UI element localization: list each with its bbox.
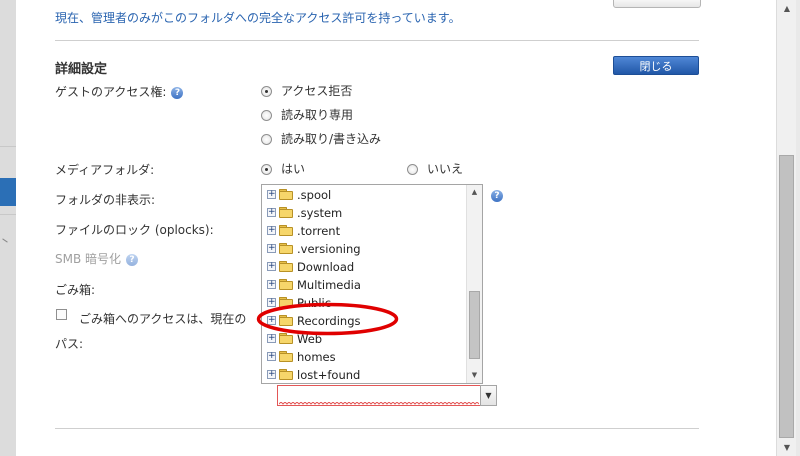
guest-option-deny[interactable]: アクセス拒否 [261,82,352,99]
plus-box-icon[interactable]: + [267,352,276,361]
folder-name: .torrent [297,224,341,238]
folder-name: Multimedia [297,278,361,292]
folder-tree-item[interactable]: + homes [262,348,466,366]
folder-name: Download [297,260,355,274]
radio-button[interactable] [261,134,272,145]
guest-access-row: ゲストのアクセス権:? [55,83,184,100]
folder-icon [279,333,293,344]
file-lock-label: ファイルのロック (oplocks): [55,223,214,237]
folder-name: .spool [297,188,332,202]
folder-icon [279,243,293,254]
guest-option-readwrite[interactable]: 読み取り/書き込み [261,130,381,147]
plus-box-icon[interactable]: + [267,370,276,379]
folder-tree-item[interactable]: + Download [262,258,466,276]
plus-box-icon[interactable]: + [267,298,276,307]
spellcheck-underline [279,402,479,405]
plus-box-icon[interactable]: + [267,316,276,325]
folder-icon [279,315,293,326]
media-option-no[interactable]: いいえ [407,160,463,177]
recycle-access-label: ごみ箱へのアクセスは、現在の [79,312,247,326]
recycle-access-checkbox[interactable] [56,309,67,320]
folder-tree-scroll-thumb[interactable] [469,291,480,359]
question-circle-icon[interactable]: ? [171,86,184,99]
guest-option-label: アクセス拒否 [281,84,353,98]
permission-notice: 現在、管理者のみがこのフォルダへの完全なアクセス許可を持っています。 [55,11,461,25]
folder-icon [279,225,293,236]
media-option-label: はい [281,162,306,176]
scroll-down-arrow-icon[interactable]: ▼ [467,368,482,383]
folder-tree-item[interactable]: + Web [262,330,466,348]
background-mark [2,238,8,243]
folder-icon [279,351,293,362]
radio-button[interactable] [407,164,418,175]
folder-icon [279,261,293,272]
divider [55,428,699,429]
media-folder-label: メディアフォルダ: [55,163,155,177]
plus-box-icon[interactable]: + [267,208,276,217]
media-option-label: いいえ [427,162,464,176]
section-title: 詳細設定 [55,62,108,77]
guest-access-label: ゲストのアクセス権: [55,85,167,99]
plus-box-icon[interactable]: + [267,280,276,289]
dialog-scroll-thumb[interactable] [779,155,794,438]
folder-tree-item[interactable]: + .system [262,204,466,222]
plus-box-icon[interactable]: + [267,226,276,235]
guest-option-label: 読み取り/書き込み [281,132,382,146]
background-nav-highlight [0,178,16,206]
folder-name: Public [297,296,332,310]
hide-folder-label: フォルダの非表示: [55,193,156,207]
folder-tree-item-recordings[interactable]: + Recordings [262,312,466,330]
scroll-up-arrow-icon[interactable]: ▲ [467,185,482,200]
top-button[interactable] [613,0,701,8]
plus-box-icon[interactable]: + [267,244,276,253]
guest-option-readonly[interactable]: 読み取り専用 [261,106,353,123]
folder-name: .system [297,206,343,220]
close-button[interactable]: 閉じる [613,56,699,75]
folder-name: .versioning [297,242,361,256]
background-page-strip [796,0,800,456]
dialog-scrollbar[interactable]: ▲ ▼ [776,0,797,456]
path-label: パス: [55,337,84,351]
smb-encryption-row: SMB 暗号化? [55,250,139,267]
folder-icon [279,207,293,218]
folder-name: Web [297,332,323,346]
folder-icon [279,297,293,308]
scroll-down-arrow-icon[interactable]: ▼ [777,439,797,456]
radio-button[interactable] [261,110,272,121]
plus-box-icon[interactable]: + [267,190,276,199]
folder-name: Recordings [297,314,361,328]
folder-icon [279,189,293,200]
question-circle-icon[interactable]: ? [491,190,503,202]
background-divider [0,146,16,147]
folder-tree-list[interactable]: + .spool + .system + .torrent + .version… [261,184,483,384]
folder-tree-item[interactable]: + lost+found [262,366,466,383]
question-circle-icon[interactable]: ? [126,253,139,266]
radio-button-checked[interactable] [261,164,272,175]
chevron-down-icon[interactable]: ▼ [480,385,497,406]
folder-icon [279,369,293,380]
recycle-bin-label: ごみ箱: [55,283,96,297]
background-divider [0,214,16,215]
media-option-yes[interactable]: はい [261,160,305,177]
plus-box-icon[interactable]: + [267,262,276,271]
folder-tree-item[interactable]: + Public [262,294,466,312]
folder-tree-item[interactable]: + .spool [262,186,466,204]
scroll-up-arrow-icon[interactable]: ▲ [777,0,797,17]
guest-option-label: 読み取り専用 [281,108,354,122]
folder-tree-item[interactable]: + .torrent [262,222,466,240]
folder-tree-item[interactable]: + .versioning [262,240,466,258]
divider [55,40,699,41]
radio-button-checked[interactable] [261,86,272,97]
smb-encryption-label: SMB 暗号化 [55,252,122,266]
folder-tree-item[interactable]: + Multimedia [262,276,466,294]
folder-name: homes [297,350,336,364]
plus-box-icon[interactable]: + [267,334,276,343]
folder-name: lost+found [297,368,361,382]
background-page-strip [0,0,16,456]
folder-tree-scrollbar[interactable]: ▲ ▼ [466,185,482,383]
folder-icon [279,279,293,290]
